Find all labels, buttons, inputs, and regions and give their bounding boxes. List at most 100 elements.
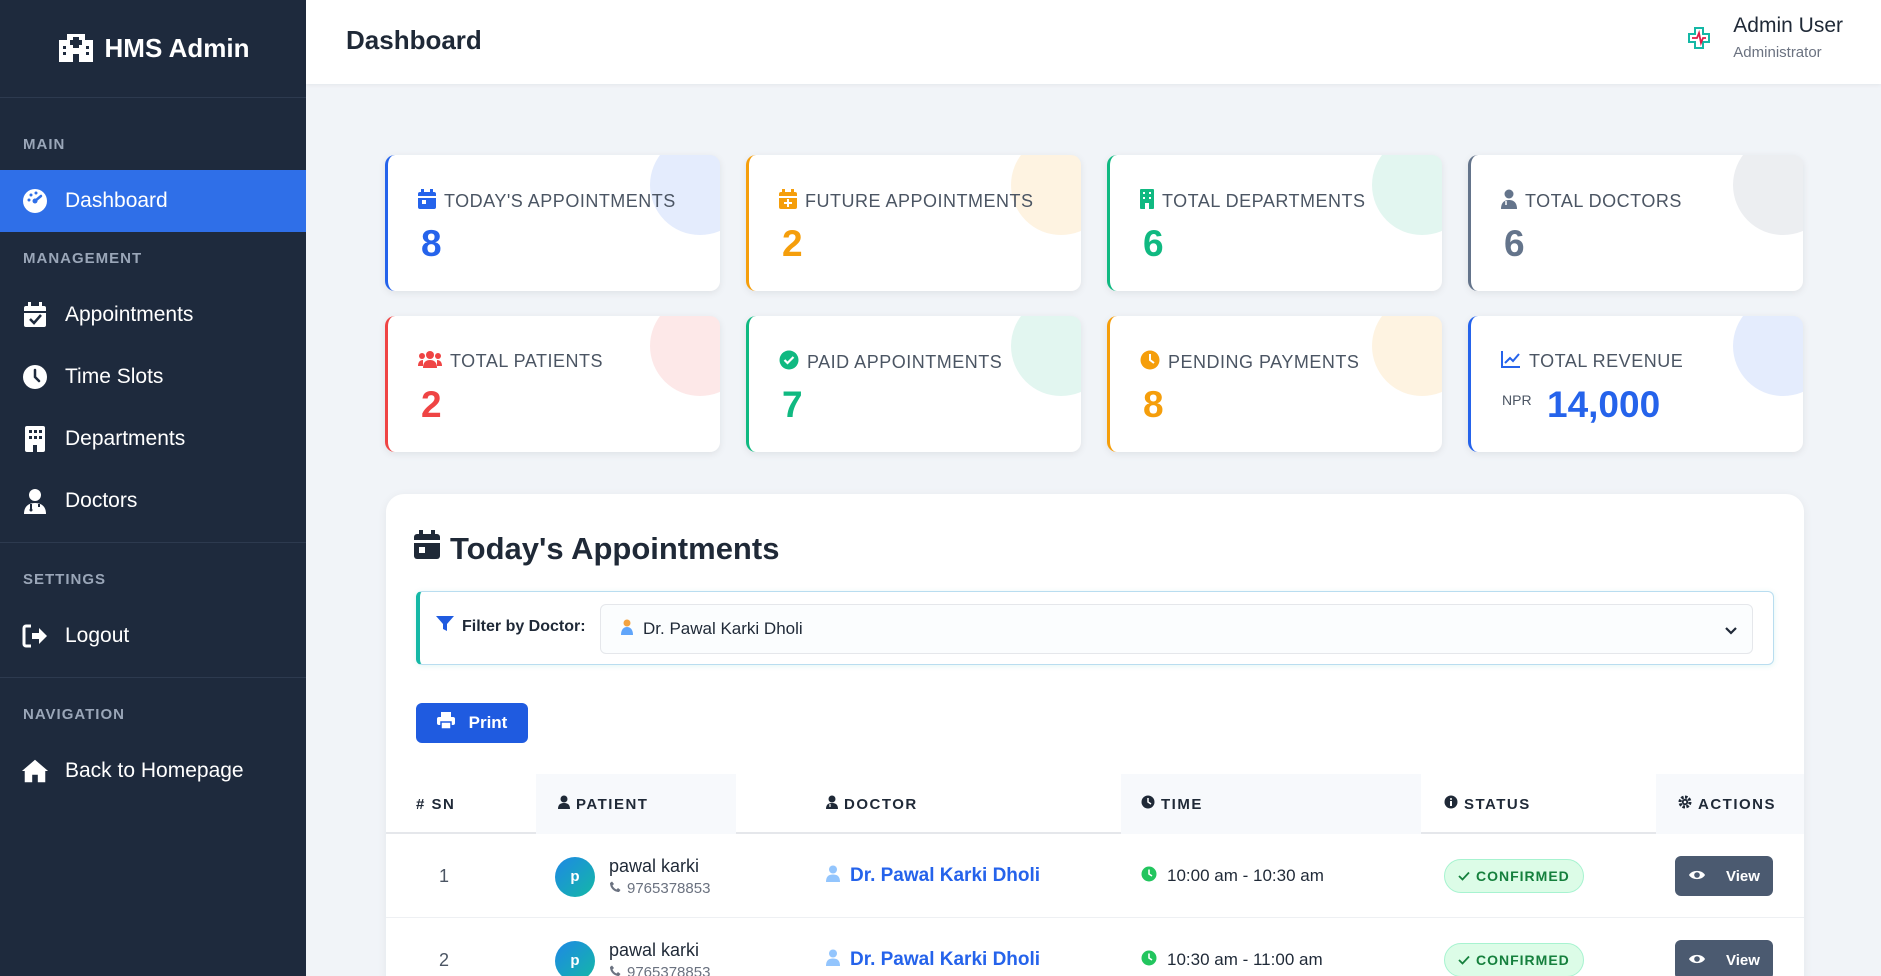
avatar: p bbox=[555, 940, 595, 976]
home-icon bbox=[21, 757, 49, 785]
sidebar-item-departments[interactable]: Departments bbox=[0, 408, 306, 470]
view-button[interactable]: View bbox=[1675, 940, 1773, 976]
column-header-actions: ACTIONS bbox=[1656, 774, 1804, 834]
top-header: Dashboard Admin User Administrator bbox=[306, 0, 1881, 84]
user-menu[interactable]: Admin User Administrator bbox=[1681, 14, 1843, 61]
filter-label: Filter by Doctor: bbox=[436, 616, 586, 637]
appointments-panel: Today's Appointments Filter by Doctor: D… bbox=[386, 494, 1804, 976]
stat-card-paid-appointments[interactable]: PAID APPOINTMENTS 7 bbox=[746, 316, 1081, 452]
user-doctor-icon bbox=[826, 949, 840, 972]
time-cell: 10:30 am - 11:00 am bbox=[1141, 918, 1323, 976]
user-info: Admin User Administrator bbox=[1733, 14, 1843, 61]
table-row: 2 p pawal karki 9765378853 Dr. Pawal Kar… bbox=[386, 918, 1804, 976]
stat-card-pending-payments[interactable]: PENDING PAYMENTS 8 bbox=[1107, 316, 1442, 452]
patient-phone: 9765378853 bbox=[609, 880, 710, 897]
avatar: p bbox=[555, 856, 595, 897]
sidebar-item-homepage[interactable]: Back to Homepage bbox=[0, 740, 306, 802]
sidebar-item-logout[interactable]: Logout bbox=[0, 605, 306, 667]
table-header: # SN PATIENT DOCTOR TIME STATUS ACTIONS bbox=[386, 774, 1804, 834]
sidebar-item-label: Departments bbox=[65, 427, 186, 450]
view-button[interactable]: View bbox=[1675, 856, 1773, 896]
stat-card-total-departments[interactable]: TOTAL DEPARTMENTS 6 bbox=[1107, 155, 1442, 291]
stat-card-total-revenue[interactable]: TOTAL REVENUE NPR 14,000 bbox=[1468, 316, 1803, 452]
stat-label-text: TOTAL REVENUE bbox=[1529, 351, 1684, 371]
status-badge: CONFIRMED bbox=[1444, 943, 1584, 976]
users-icon bbox=[418, 350, 442, 373]
check-icon bbox=[1458, 868, 1470, 884]
stat-label-text: FUTURE APPOINTMENTS bbox=[805, 191, 1034, 211]
user-doctor-icon bbox=[826, 865, 840, 888]
eye-icon bbox=[1688, 868, 1706, 885]
doctor-link[interactable]: Dr. Pawal Karki Dholi bbox=[826, 834, 1040, 918]
column-header-time: TIME bbox=[1121, 774, 1421, 834]
patient-name: pawal karki bbox=[609, 856, 700, 876]
stat-card-total-doctors[interactable]: TOTAL DOCTORS 6 bbox=[1468, 155, 1803, 291]
status-badge: CONFIRMED bbox=[1444, 859, 1584, 893]
stat-card-todays-appointments[interactable]: TODAY'S APPOINTMENTS 8 bbox=[385, 155, 720, 291]
gear-icon bbox=[1678, 795, 1692, 813]
sidebar: HMS Admin MAIN Dashboard MANAGEMENT Appo… bbox=[0, 0, 306, 976]
building-icon bbox=[21, 425, 49, 453]
chart-line-icon bbox=[1501, 350, 1521, 373]
info-circle-icon bbox=[1444, 795, 1458, 813]
card-decoration bbox=[1372, 155, 1442, 235]
print-label: Print bbox=[468, 713, 508, 732]
sidebar-item-time-slots[interactable]: Time Slots bbox=[0, 346, 306, 408]
table-row: 1 p pawal karki 9765378853 Dr. Pawal Kar… bbox=[386, 834, 1804, 918]
panel-title: Today's Appointments bbox=[414, 530, 779, 567]
column-header-doctor: DOCTOR bbox=[826, 774, 1026, 834]
clock-icon bbox=[1141, 795, 1155, 813]
doctor-select-value: Dr. Pawal Karki Dholi bbox=[643, 619, 803, 638]
sidebar-item-dashboard[interactable]: Dashboard bbox=[0, 170, 306, 232]
sidebar-item-label: Back to Homepage bbox=[65, 759, 244, 782]
card-decoration bbox=[1372, 316, 1442, 396]
sidebar-item-doctors[interactable]: Doctors bbox=[0, 470, 306, 532]
stat-value: 6 bbox=[1143, 223, 1164, 264]
stat-label-text: PAID APPOINTMENTS bbox=[807, 352, 1003, 372]
sidebar-item-label: Doctors bbox=[65, 489, 138, 512]
brand[interactable]: HMS Admin bbox=[0, 0, 306, 98]
sidebar-item-label: Logout bbox=[65, 624, 130, 647]
brand-name: HMS Admin bbox=[104, 33, 250, 63]
doctor-link[interactable]: Dr. Pawal Karki Dholi bbox=[826, 918, 1040, 976]
patient-cell: p pawal karki 9765378853 bbox=[555, 856, 710, 897]
sidebar-divider bbox=[0, 542, 306, 543]
stat-card-future-appointments[interactable]: FUTURE APPOINTMENTS 2 bbox=[746, 155, 1081, 291]
doctor-select[interactable]: Dr. Pawal Karki Dholi bbox=[600, 604, 1753, 654]
hospital-icon bbox=[57, 30, 95, 67]
card-decoration bbox=[1733, 155, 1803, 235]
stat-label-text: TOTAL DEPARTMENTS bbox=[1162, 191, 1366, 211]
user-name: Admin User bbox=[1733, 14, 1843, 37]
hospital-logo-icon bbox=[1681, 20, 1717, 56]
print-button[interactable]: Print bbox=[416, 703, 528, 743]
sidebar-item-label: Dashboard bbox=[65, 189, 168, 212]
card-decoration bbox=[1733, 316, 1803, 396]
stat-card-total-patients[interactable]: TOTAL PATIENTS 2 bbox=[385, 316, 720, 452]
patient-cell: p pawal karki 9765378853 bbox=[555, 940, 710, 976]
stat-label: TOTAL DEPARTMENTS bbox=[1140, 189, 1366, 214]
section-label-main: MAIN bbox=[23, 136, 66, 153]
clock-icon bbox=[21, 363, 49, 391]
calendar-icon bbox=[418, 189, 436, 214]
column-header-sn: # SN bbox=[416, 795, 456, 813]
sidebar-divider bbox=[0, 677, 306, 678]
calendar-plus-icon bbox=[779, 189, 797, 214]
calendar-icon bbox=[414, 530, 440, 567]
clock-icon bbox=[1141, 950, 1157, 971]
stat-value: 2 bbox=[421, 384, 442, 425]
user-doctor-icon bbox=[826, 795, 838, 813]
sidebar-item-appointments[interactable]: Appointments bbox=[0, 284, 306, 346]
sign-out-icon bbox=[21, 622, 49, 650]
stat-value: 6 bbox=[1504, 223, 1525, 264]
section-label-settings: SETTINGS bbox=[23, 571, 107, 588]
building-icon bbox=[1140, 189, 1154, 214]
stat-label-text: TODAY'S APPOINTMENTS bbox=[444, 191, 676, 211]
phone-icon bbox=[609, 964, 621, 976]
sidebar-item-label: Time Slots bbox=[65, 365, 164, 388]
patient-name: pawal karki bbox=[609, 940, 700, 960]
time-cell: 10:00 am - 10:30 am bbox=[1141, 834, 1324, 918]
stat-label: PENDING PAYMENTS bbox=[1140, 350, 1359, 375]
row-sn: 1 bbox=[439, 865, 450, 886]
calendar-check-icon bbox=[21, 301, 49, 329]
stat-value: 8 bbox=[1143, 384, 1164, 425]
